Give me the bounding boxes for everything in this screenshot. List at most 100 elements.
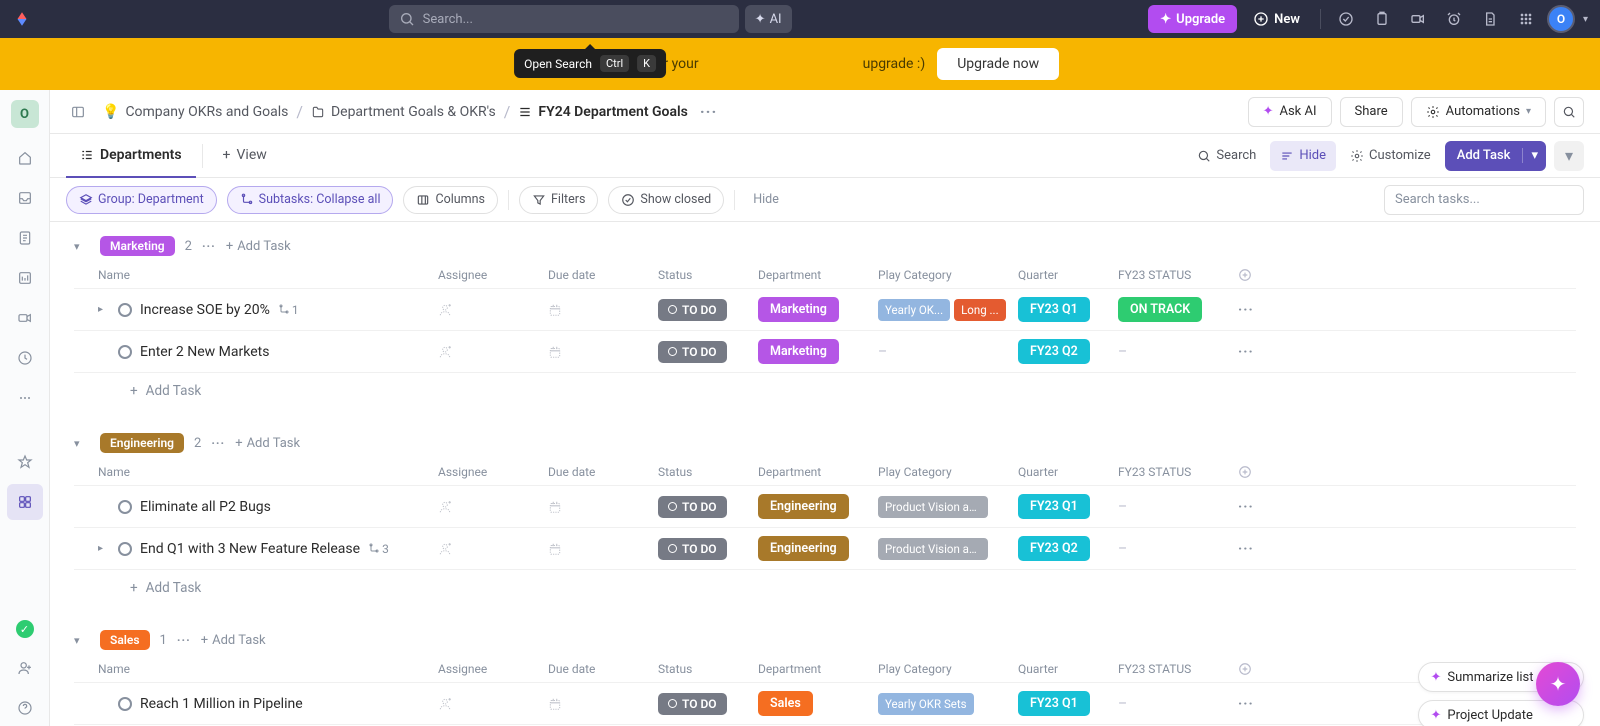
status-circle-icon[interactable] [118,697,132,711]
banner-upgrade-button[interactable]: Upgrade now [937,48,1059,80]
fy23-status-cell[interactable]: – [1118,696,1238,712]
add-task-button[interactable]: Add Task ▾ [1445,141,1546,171]
chevron-down-icon[interactable]: ▾ [1522,148,1546,163]
status-cell[interactable]: TO DO [658,496,758,518]
department-cell[interactable]: Marketing [758,297,878,322]
group-by-chip[interactable]: Group: Department [66,186,217,214]
group-more[interactable]: ··· [202,239,216,253]
department-cell[interactable]: Marketing [758,339,878,364]
due-date-cell[interactable] [548,500,658,514]
add-task-row[interactable]: +Add Task [74,570,1576,606]
sidebar-toggle-icon[interactable] [66,100,90,124]
col-play-category[interactable]: Play Category [878,465,1018,479]
quarter-cell[interactable]: FY23 Q2 [1018,339,1118,364]
play-category-cell[interactable]: Product Vision and ... [878,538,1018,560]
task-name-cell[interactable]: Eliminate all P2 Bugs [98,499,438,515]
upgrade-button[interactable]: ✦ Upgrade [1148,5,1237,33]
spaces-icon[interactable] [7,484,43,520]
group-more[interactable]: ··· [177,633,191,647]
quarter-cell[interactable]: FY23 Q1 [1018,494,1118,519]
dashboards-icon[interactable] [7,260,43,296]
breadcrumb-more[interactable]: ··· [700,102,717,121]
group-more[interactable]: ··· [211,436,225,450]
status-cell[interactable]: TO DO [658,341,758,363]
department-cell[interactable]: Engineering [758,536,878,561]
empty-cell[interactable]: – [1118,499,1127,515]
task-name-cell[interactable]: ▸ End Q1 with 3 New Feature Release 3 [98,541,438,557]
row-more[interactable]: ··· [1238,499,1278,515]
col-name[interactable]: Name [98,465,438,479]
breadcrumb-list[interactable]: FY24 Department Goals [518,104,687,120]
ask-ai-button[interactable]: ✦Ask AI [1248,97,1332,127]
col-status[interactable]: Status [658,465,758,479]
fy23-status-cell[interactable]: – [1118,499,1238,515]
assignee-cell[interactable] [438,697,548,711]
tab-departments[interactable]: Departments [66,134,196,178]
share-button[interactable]: Share [1340,97,1403,127]
task-row[interactable]: ▸ End Q1 with 3 New Feature Release 3 TO… [74,528,1576,570]
fy-status-tag[interactable]: ON TRACK [1118,297,1202,322]
group-tag[interactable]: Sales [100,630,150,650]
play-category-cell[interactable]: Yearly OK...Long ... [878,299,1018,321]
clipboard-icon[interactable] [1367,4,1397,34]
apps-grid-icon[interactable] [1511,4,1541,34]
play-tag[interactable]: Yearly OK... [878,299,950,321]
play-category-cell[interactable]: Yearly OKR Sets [878,693,1018,715]
assignee-cell[interactable] [438,303,548,317]
play-tag[interactable]: Yearly OKR Sets [878,693,974,715]
view-hide[interactable]: Hide [1270,141,1336,171]
quarter-cell[interactable]: FY23 Q2 [1018,536,1118,561]
ai-button[interactable]: ✦ AI [745,5,792,33]
col-fy23-status[interactable]: FY23 STATUS [1118,662,1238,676]
due-date-cell[interactable] [548,303,658,317]
department-cell[interactable]: Engineering [758,494,878,519]
col-due-date[interactable]: Due date [548,465,658,479]
quarter-cell[interactable]: FY23 Q1 [1018,691,1118,716]
group-add-task[interactable]: +Add Task [226,239,291,254]
row-more[interactable]: ··· [1238,302,1278,318]
app-logo[interactable] [12,9,32,29]
department-cell[interactable]: Sales [758,691,878,716]
fy23-status-cell[interactable]: ON TRACK [1118,297,1238,322]
task-search-input[interactable]: Search tasks... [1384,185,1584,215]
fy23-status-cell[interactable]: – [1118,344,1238,360]
view-search[interactable]: Search [1187,141,1266,171]
status-cell[interactable]: TO DO [658,693,758,715]
status-indicator-icon[interactable]: ✓ [16,620,34,638]
col-department[interactable]: Department [758,465,878,479]
columns-chip[interactable]: Columns [403,186,498,214]
due-date-cell[interactable] [548,697,658,711]
collapse-button[interactable]: ▾ [1554,141,1584,171]
col-play-category[interactable]: Play Category [878,662,1018,676]
task-name-cell[interactable]: ▸ Increase SOE by 20% 1 [98,302,438,318]
empty-cell[interactable]: – [1118,696,1127,712]
add-column-button[interactable] [1238,465,1278,479]
expand-icon[interactable]: ▸ [98,304,110,315]
alarm-icon[interactable] [1439,4,1469,34]
group-add-task[interactable]: +Add Task [235,436,300,451]
task-row[interactable]: Enter 2 New Markets TO DO Marketing – FY… [74,331,1576,373]
show-closed-chip[interactable]: Show closed [608,186,724,214]
header-search-button[interactable] [1554,97,1584,127]
col-assignee[interactable]: Assignee [438,465,548,479]
add-task-row[interactable]: +Add Task [74,373,1576,409]
filters-chip[interactable]: Filters [519,186,598,214]
ai-fab[interactable]: ✦ [1536,662,1580,706]
new-button[interactable]: New [1243,5,1310,33]
assignee-cell[interactable] [438,542,548,556]
breadcrumb-folder[interactable]: Department Goals & OKR's [311,104,496,120]
due-date-cell[interactable] [548,542,658,556]
assignee-cell[interactable] [438,345,548,359]
task-row[interactable]: Eliminate all P2 Bugs TO DO Engineering … [74,486,1576,528]
chevron-down-icon[interactable]: ▾ [1583,14,1588,25]
col-department[interactable]: Department [758,662,878,676]
task-name-cell[interactable]: Enter 2 New Markets [98,344,438,360]
play-category-cell[interactable]: Product Vision and ... [878,496,1018,518]
fy23-status-cell[interactable]: – [1118,541,1238,557]
status-cell[interactable]: TO DO [658,538,758,560]
filters-hide[interactable]: Hide [745,192,787,207]
subtasks-chip[interactable]: Subtasks: Collapse all [227,186,394,214]
document-icon[interactable] [1475,4,1505,34]
check-circle-icon[interactable] [1331,4,1361,34]
empty-cell[interactable]: – [878,344,887,360]
